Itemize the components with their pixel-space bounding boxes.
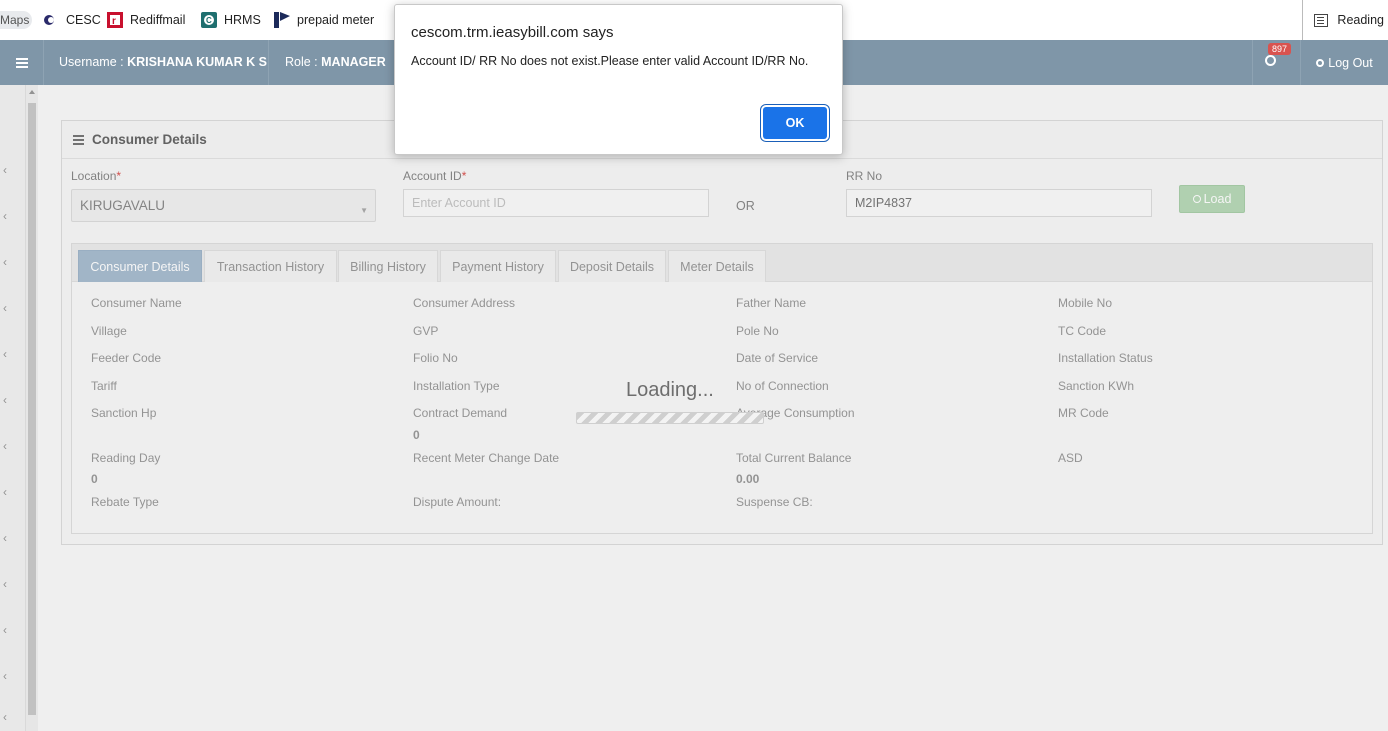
header-username: Username : KRISHANA KUMAR K S — [59, 55, 267, 69]
reading-day-value: 0 — [91, 472, 98, 486]
rr-no-label: RR No — [846, 169, 883, 183]
village-label: Village — [91, 324, 127, 338]
svg-text:C: C — [206, 16, 212, 25]
scroll-up-icon[interactable] — [29, 90, 35, 94]
recent-meter-change-date-label: Recent Meter Change Date — [413, 451, 560, 465]
sidebar-chevron-icon[interactable]: ‹ — [3, 710, 13, 724]
dispute-amount-label: Dispute Amount: — [413, 495, 502, 509]
consumer-name-label: Consumer Name — [91, 296, 182, 310]
reading-day-label: Reading Day — [91, 451, 161, 465]
logout-button[interactable]: Log Out — [1300, 40, 1388, 85]
tab-billing-history[interactable]: Billing History — [338, 250, 438, 282]
bookmark-hrms[interactable]: C HRMS — [201, 0, 261, 40]
notifications-button[interactable]: 897 — [1252, 40, 1292, 85]
sidebar-chevron-icon[interactable]: ‹ — [3, 209, 13, 223]
sidebar-chevron-icon[interactable]: ‹ — [3, 669, 13, 683]
location-label: Location* — [71, 169, 122, 183]
details-tabs: Consumer Details Transaction History Bil… — [71, 243, 1373, 534]
tab-payment-history[interactable]: Payment History — [440, 250, 556, 282]
sidebar-chevron-icon[interactable]: ‹ — [3, 393, 13, 407]
location-select[interactable]: KIRUGAVALU ▼ — [71, 189, 376, 222]
tab-transaction-history[interactable]: Transaction History — [204, 250, 337, 282]
cesc-icon — [43, 12, 59, 28]
sidebar-chevron-icon[interactable]: ‹ — [3, 531, 13, 545]
folio-no-label: Folio No — [413, 351, 458, 365]
no-of-connection-label: No of Connection — [736, 379, 829, 393]
load-button[interactable]: Load — [1179, 185, 1245, 213]
tariff-label: Tariff — [91, 379, 117, 393]
sanction-kwh-label: Sanction KWh — [1058, 379, 1135, 393]
clock-icon — [1265, 55, 1276, 66]
sidebar-chevron-icon[interactable]: ‹ — [3, 301, 13, 315]
list-icon — [73, 135, 84, 137]
contract-demand-label: Contract Demand — [413, 406, 508, 420]
dialog-ok-button[interactable]: OK — [763, 107, 827, 139]
dropdown-caret-icon: ▼ — [360, 206, 368, 215]
total-current-balance-label: Total Current Balance — [736, 451, 852, 465]
dialog-title: cescom.trm.ieasybill.com says — [411, 24, 614, 41]
feeder-code-label: Feeder Code — [91, 351, 162, 365]
mobile-no-label: Mobile No — [1058, 296, 1113, 310]
sidebar-chevron-icon[interactable]: ‹ — [3, 163, 13, 177]
bookmark-cesc[interactable]: CESC — [43, 0, 101, 40]
sidebar-chevron-icon[interactable]: ‹ — [3, 485, 13, 499]
or-separator: OR — [736, 199, 755, 213]
account-id-input[interactable]: Enter Account ID — [403, 189, 709, 217]
search-icon — [1192, 195, 1201, 203]
contract-demand-value: 0 — [413, 428, 420, 442]
total-current-balance-value: 0.00 — [736, 472, 760, 486]
sidebar-chevron-icon[interactable]: ‹ — [3, 439, 13, 453]
tab-deposit-details[interactable]: Deposit Details — [558, 250, 666, 282]
notification-badge: 897 — [1268, 43, 1292, 55]
header-divider — [268, 40, 269, 85]
sanction-hp-label: Sanction Hp — [91, 406, 157, 420]
sidebar-scrollbar[interactable] — [26, 85, 38, 731]
gvp-label: GVP — [413, 324, 439, 338]
rr-no-input[interactable]: M2IP4837 — [846, 189, 1152, 217]
installation-status-label: Installation Status — [1058, 351, 1153, 365]
main-content: Consumer Details Location* KIRUGAVALU ▼ … — [38, 85, 1388, 731]
dialog-message: Account ID/ RR No does not exist.Please … — [411, 54, 809, 68]
bookmark-rediffmail[interactable]: r Rediffmail — [107, 0, 185, 40]
account-id-label: Account ID* — [403, 169, 467, 183]
father-name-label: Father Name — [736, 296, 807, 310]
date-of-service-label: Date of Service — [736, 351, 819, 365]
menu-toggle-button[interactable] — [0, 40, 44, 85]
tab-bar: Consumer Details Transaction History Bil… — [72, 244, 1372, 282]
sidebar-chevron-icon[interactable]: ‹ — [3, 347, 13, 361]
bookmark-maps[interactable]: Maps — [0, 11, 33, 29]
header-role: Role : MANAGER — [285, 55, 386, 69]
asd-label: ASD — [1058, 451, 1083, 465]
suspense-cb-label: Suspense CB: — [736, 495, 813, 509]
tab-consumer-details[interactable]: Consumer Details — [78, 250, 202, 282]
reading-list[interactable]: Reading — [1302, 0, 1384, 40]
rebate-type-label: Rebate Type — [91, 495, 159, 509]
mr-code-label: MR Code — [1058, 406, 1109, 420]
tab-meter-details[interactable]: Meter Details — [668, 250, 766, 282]
loading-progress-bar — [576, 412, 764, 424]
svg-text:r: r — [112, 16, 116, 27]
left-sidebar: ‹ ‹ ‹ ‹ ‹ ‹ ‹ ‹ ‹ ‹ ‹ ‹ ‹ — [0, 85, 26, 731]
hamburger-icon — [15, 61, 28, 64]
rediffmail-icon: r — [107, 12, 123, 28]
installation-type-label: Installation Type — [413, 379, 500, 393]
consumer-details-panel: Consumer Details Location* KIRUGAVALU ▼ … — [61, 120, 1383, 545]
sidebar-chevron-icon[interactable]: ‹ — [3, 577, 13, 591]
prepaid-meter-icon — [274, 12, 290, 28]
loading-text: Loading... — [626, 379, 714, 401]
hrms-icon: C — [201, 12, 217, 28]
bookmark-prepaid-meter[interactable]: prepaid meter — [274, 0, 374, 40]
key-icon — [1316, 58, 1325, 67]
reading-list-icon — [1314, 13, 1329, 27]
consumer-address-label: Consumer Address — [413, 296, 516, 310]
tc-code-label: TC Code — [1058, 324, 1107, 338]
panel-title: Consumer Details — [92, 132, 207, 147]
pole-no-label: Pole No — [736, 324, 779, 338]
scrollbar-thumb[interactable] — [28, 103, 36, 715]
sidebar-chevron-icon[interactable]: ‹ — [3, 255, 13, 269]
alert-dialog: cescom.trm.ieasybill.com says Account ID… — [394, 4, 843, 155]
sidebar-chevron-icon[interactable]: ‹ — [3, 623, 13, 637]
